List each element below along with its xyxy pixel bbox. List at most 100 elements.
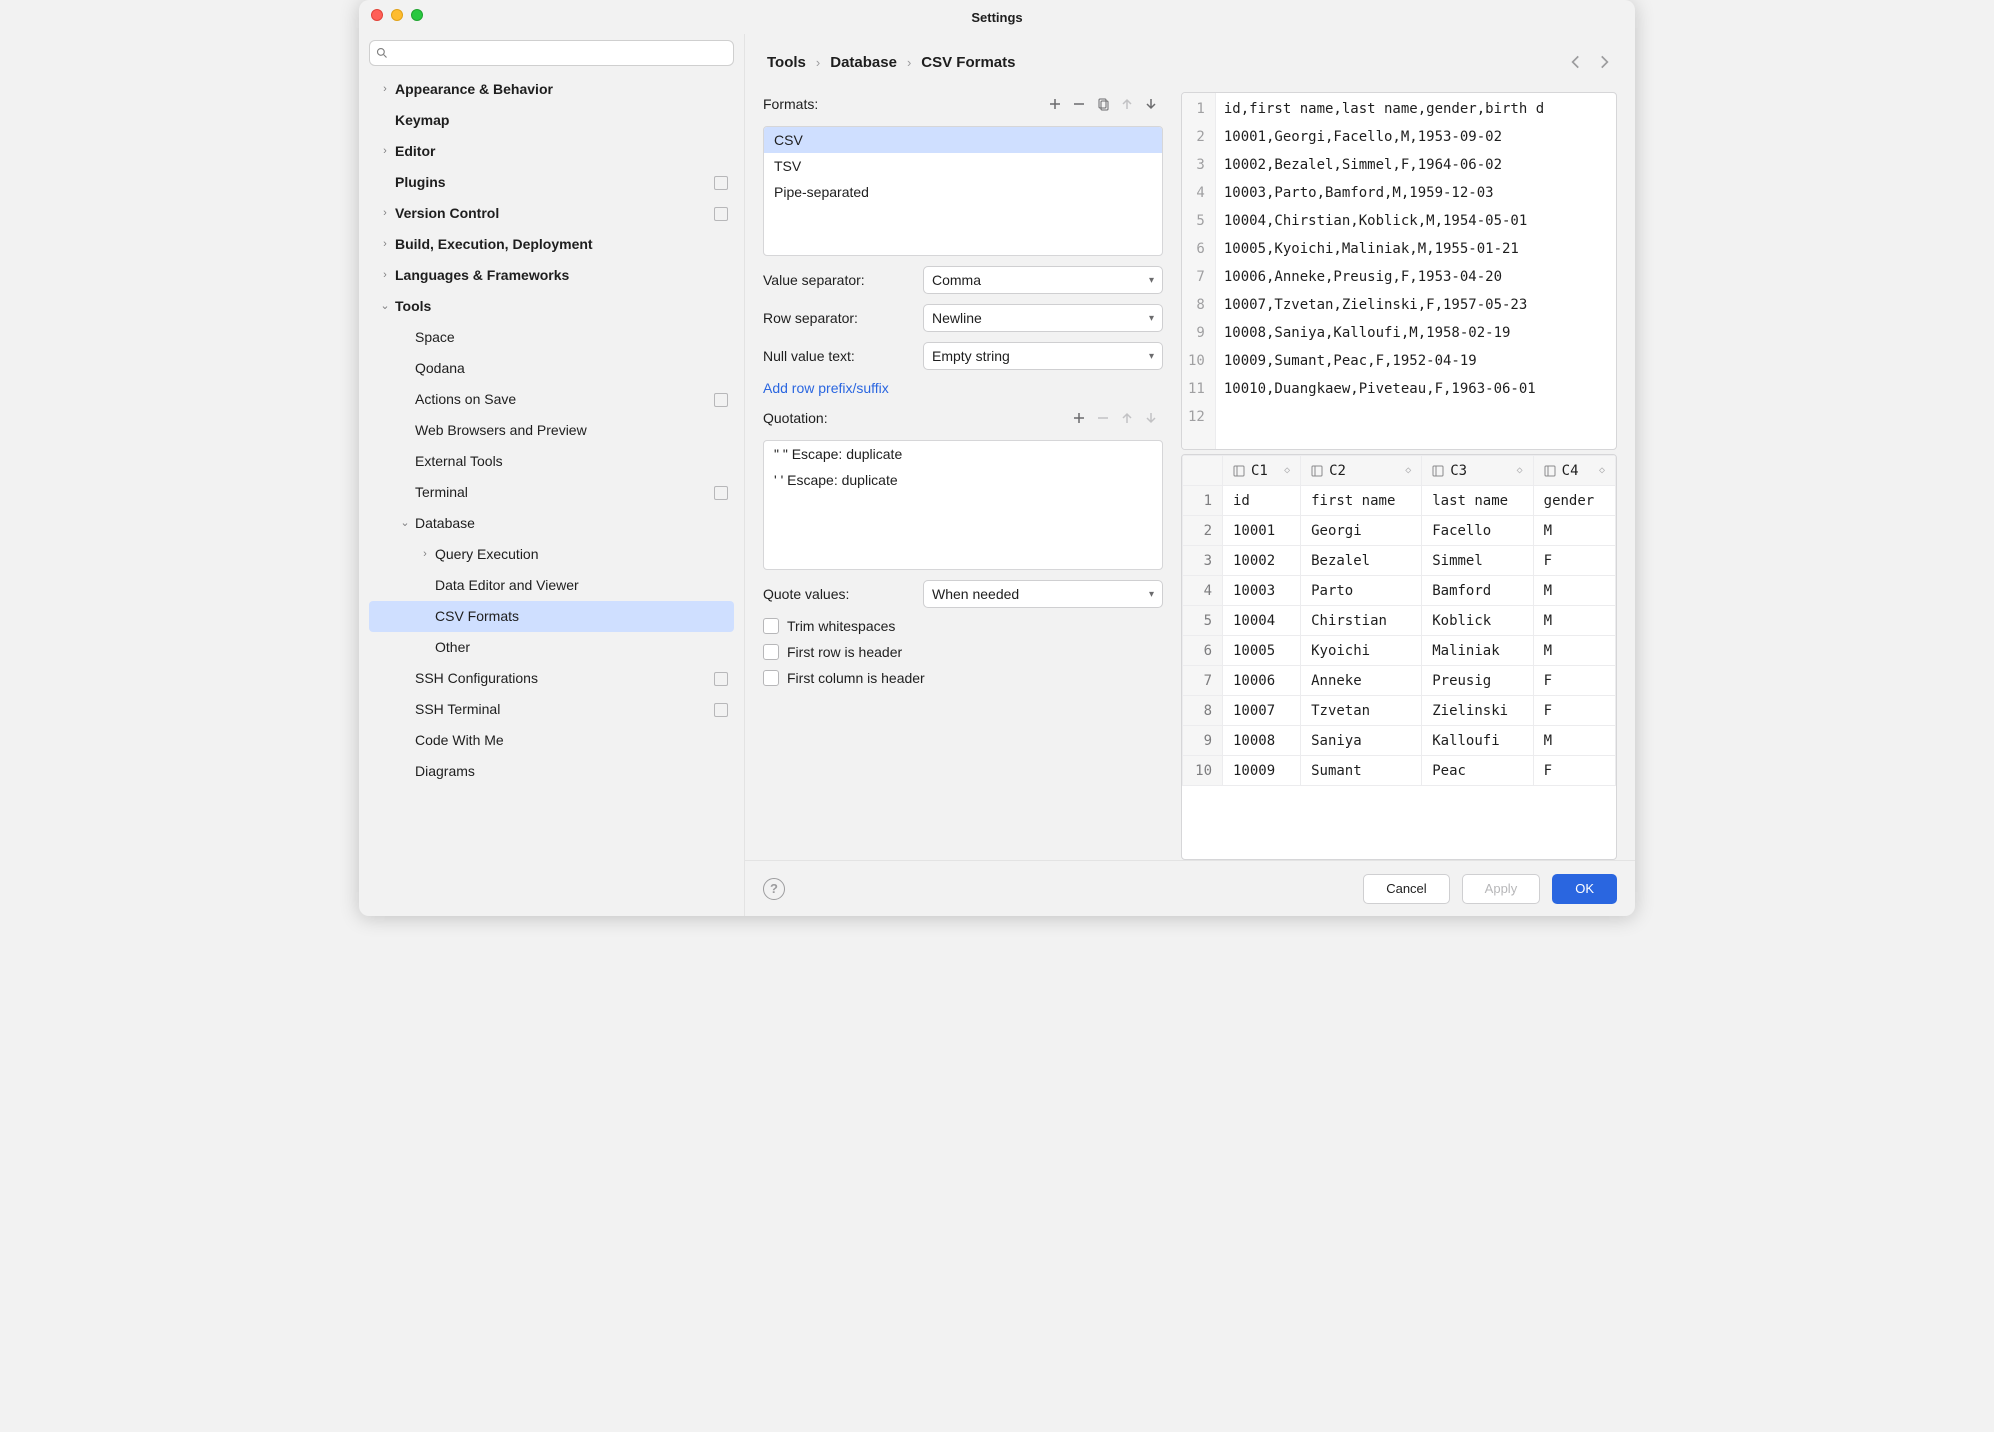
copy-format-button[interactable] <box>1091 92 1115 116</box>
sidebar-item-terminal[interactable]: Terminal <box>369 477 734 508</box>
sidebar-item-diagrams[interactable]: Diagrams <box>369 756 734 787</box>
table-cell[interactable]: id <box>1223 486 1301 516</box>
help-button[interactable]: ? <box>763 878 785 900</box>
table-cell[interactable]: Bezalel <box>1301 546 1422 576</box>
table-cell[interactable]: Kalloufi <box>1422 726 1533 756</box>
sidebar-item-ssh-terminal[interactable]: SSH Terminal <box>369 694 734 725</box>
breadcrumb-a[interactable]: Tools <box>767 54 806 71</box>
trim-whitespaces-checkbox[interactable]: Trim whitespaces <box>763 618 1163 634</box>
column-header[interactable]: C3◇ <box>1422 456 1533 486</box>
sidebar-item-actions-on-save[interactable]: Actions on Save <box>369 384 734 415</box>
add-row-prefix-link[interactable]: Add row prefix/suffix <box>763 380 1163 396</box>
table-cell[interactable]: Simmel <box>1422 546 1533 576</box>
table-cell[interactable]: gender <box>1533 486 1615 516</box>
format-item[interactable]: CSV <box>764 127 1162 153</box>
table-cell[interactable]: 10004 <box>1223 606 1301 636</box>
table-cell[interactable]: last name <box>1422 486 1533 516</box>
format-item[interactable]: TSV <box>764 153 1162 179</box>
table-cell[interactable]: 10008 <box>1223 726 1301 756</box>
sidebar-item-ssh-configurations[interactable]: SSH Configurations <box>369 663 734 694</box>
quotation-list[interactable]: " " Escape: duplicate' ' Escape: duplica… <box>763 440 1163 570</box>
sidebar-item-languages-frameworks[interactable]: ›Languages & Frameworks <box>369 260 734 291</box>
remove-quotation-button[interactable] <box>1091 406 1115 430</box>
sidebar-item-appearance-behavior[interactable]: ›Appearance & Behavior <box>369 74 734 105</box>
table-cell[interactable]: M <box>1533 636 1615 666</box>
table-row[interactable]: 410003PartoBamfordM <box>1183 576 1616 606</box>
format-item[interactable]: Pipe-separated <box>764 179 1162 205</box>
move-format-down-button[interactable] <box>1139 92 1163 116</box>
column-header[interactable]: C1◇ <box>1223 456 1301 486</box>
move-format-up-button[interactable] <box>1115 92 1139 116</box>
table-cell[interactable]: 10009 <box>1223 756 1301 786</box>
column-header[interactable]: C4◇ <box>1533 456 1615 486</box>
forward-icon[interactable] <box>1595 53 1613 71</box>
settings-search[interactable] <box>369 40 734 66</box>
table-cell[interactable]: Tzvetan <box>1301 696 1422 726</box>
table-cell[interactable]: Maliniak <box>1422 636 1533 666</box>
row-separator-select[interactable]: Newline▾ <box>923 304 1163 332</box>
sidebar-item-other[interactable]: Other <box>369 632 734 663</box>
table-cell[interactable]: M <box>1533 726 1615 756</box>
table-cell[interactable]: F <box>1533 756 1615 786</box>
sidebar-item-external-tools[interactable]: External Tools <box>369 446 734 477</box>
table-cell[interactable]: 10005 <box>1223 636 1301 666</box>
table-cell[interactable]: F <box>1533 696 1615 726</box>
sidebar-item-database[interactable]: ⌄Database <box>369 508 734 539</box>
table-cell[interactable]: 10006 <box>1223 666 1301 696</box>
sidebar-item-code-with-me[interactable]: Code With Me <box>369 725 734 756</box>
table-cell[interactable]: Facello <box>1422 516 1533 546</box>
table-row[interactable]: 1idfirst namelast namegender <box>1183 486 1616 516</box>
table-cell[interactable]: Anneke <box>1301 666 1422 696</box>
quotation-rule[interactable]: " " Escape: duplicate <box>764 441 1162 467</box>
apply-button[interactable]: Apply <box>1462 874 1541 904</box>
table-row[interactable]: 210001GeorgiFacelloM <box>1183 516 1616 546</box>
table-cell[interactable]: Chirstian <box>1301 606 1422 636</box>
add-format-button[interactable] <box>1043 92 1067 116</box>
table-cell[interactable]: Bamford <box>1422 576 1533 606</box>
table-cell[interactable]: 10002 <box>1223 546 1301 576</box>
value-separator-select[interactable]: Comma▾ <box>923 266 1163 294</box>
sidebar-item-query-execution[interactable]: ›Query Execution <box>369 539 734 570</box>
table-row[interactable]: 510004ChirstianKoblickM <box>1183 606 1616 636</box>
first-row-header-checkbox[interactable]: First row is header <box>763 644 1163 660</box>
sidebar-item-csv-formats[interactable]: CSV Formats <box>369 601 734 632</box>
window-zoom-button[interactable] <box>411 9 423 21</box>
move-quotation-down-button[interactable] <box>1139 406 1163 430</box>
table-cell[interactable]: Kyoichi <box>1301 636 1422 666</box>
move-quotation-up-button[interactable] <box>1115 406 1139 430</box>
table-cell[interactable]: Preusig <box>1422 666 1533 696</box>
table-cell[interactable]: 10003 <box>1223 576 1301 606</box>
sidebar-item-tools[interactable]: ⌄Tools <box>369 291 734 322</box>
back-icon[interactable] <box>1567 53 1585 71</box>
breadcrumb-b[interactable]: Database <box>830 54 897 71</box>
table-row[interactable]: 310002BezalelSimmelF <box>1183 546 1616 576</box>
first-col-header-checkbox[interactable]: First column is header <box>763 670 1163 686</box>
table-cell[interactable]: Koblick <box>1422 606 1533 636</box>
ok-button[interactable]: OK <box>1552 874 1617 904</box>
table-cell[interactable]: Parto <box>1301 576 1422 606</box>
window-minimize-button[interactable] <box>391 9 403 21</box>
sidebar-item-data-editor-and-viewer[interactable]: Data Editor and Viewer <box>369 570 734 601</box>
table-cell[interactable]: F <box>1533 546 1615 576</box>
table-row[interactable]: 810007TzvetanZielinskiF <box>1183 696 1616 726</box>
table-cell[interactable]: Georgi <box>1301 516 1422 546</box>
table-cell[interactable]: Saniya <box>1301 726 1422 756</box>
sidebar-item-version-control[interactable]: ›Version Control <box>369 198 734 229</box>
table-cell[interactable]: F <box>1533 666 1615 696</box>
table-row[interactable]: 710006AnnekePreusigF <box>1183 666 1616 696</box>
table-cell[interactable]: M <box>1533 516 1615 546</box>
window-close-button[interactable] <box>371 9 383 21</box>
table-cell[interactable]: first name <box>1301 486 1422 516</box>
sidebar-item-qodana[interactable]: Qodana <box>369 353 734 384</box>
cancel-button[interactable]: Cancel <box>1363 874 1449 904</box>
table-cell[interactable]: 10001 <box>1223 516 1301 546</box>
sidebar-item-space[interactable]: Space <box>369 322 734 353</box>
settings-search-input[interactable] <box>392 46 727 61</box>
sidebar-item-editor[interactable]: ›Editor <box>369 136 734 167</box>
table-cell[interactable]: M <box>1533 576 1615 606</box>
remove-format-button[interactable] <box>1067 92 1091 116</box>
sidebar-item-keymap[interactable]: Keymap <box>369 105 734 136</box>
table-row[interactable]: 1010009SumantPeacF <box>1183 756 1616 786</box>
quotation-rule[interactable]: ' ' Escape: duplicate <box>764 467 1162 493</box>
add-quotation-button[interactable] <box>1067 406 1091 430</box>
